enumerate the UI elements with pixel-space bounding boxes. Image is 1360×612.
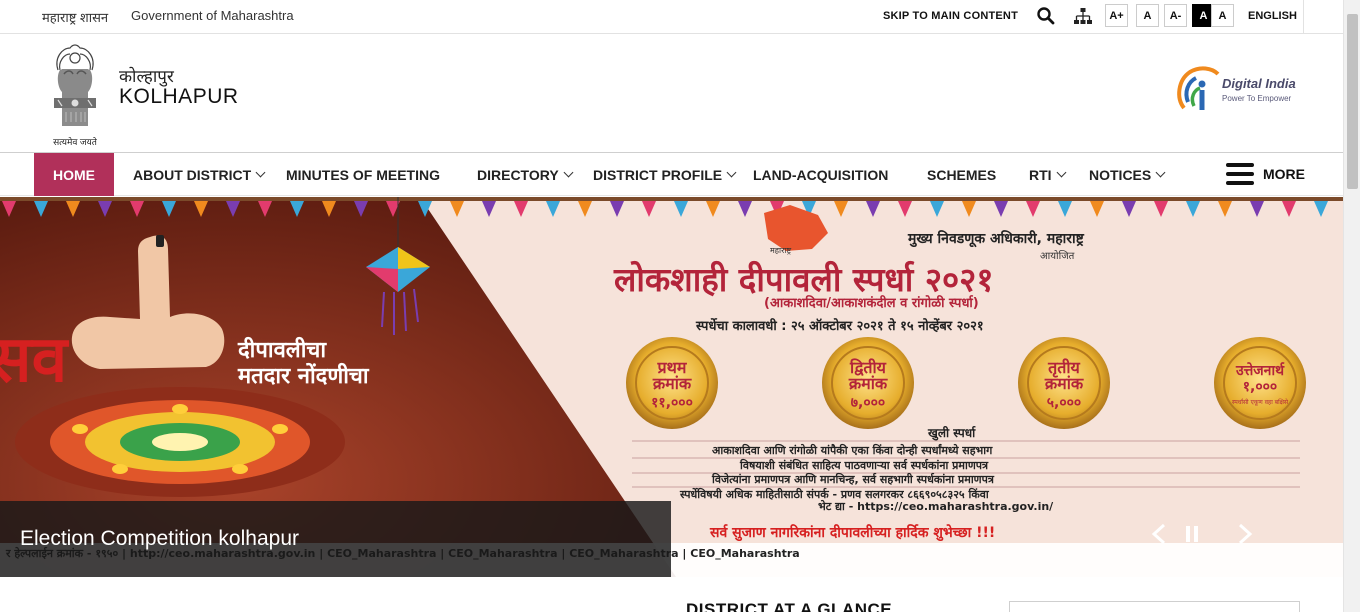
banner-duration: स्पर्धेचा कालावधी : २५ ऑक्टोबर २०२१ ते १… [695, 318, 984, 334]
top-utility-bar: महाराष्ट्र शासन Government of Maharashtr… [0, 0, 1343, 34]
main-navigation: HOME ABOUT DISTRICT MINUTES OF MEETING D… [0, 153, 1343, 196]
site-header: सत्यमेव जयते कोल्हापुर KOLHAPUR Digital … [0, 34, 1343, 153]
chevron-down-icon [1155, 167, 1166, 177]
banner-info-line-1: आकाशदिवा आणि रांगोळी यांपैकी एका किंवा द… [712, 443, 993, 457]
prize-1-amount: ११,००० [651, 395, 693, 411]
banner-org-name: मुख्य निवडणूक अधिकारी, महाराष्ट्र [907, 230, 1085, 248]
gov-english-link[interactable]: Government of Maharashtra [131, 8, 294, 23]
font-decrease-button[interactable]: A- [1164, 4, 1187, 27]
banner-subtitle: (आकाशदिवा/आकाशकंदील व रांगोळी स्पर्धा) [764, 295, 979, 311]
nav-about-district-label: ABOUT DISTRICT [133, 166, 252, 183]
font-increase-button[interactable]: A+ [1105, 4, 1128, 27]
more-menu-button[interactable]: MORE [1263, 166, 1305, 182]
nav-land-acquisition-label: LAND-ACQUISITION [753, 166, 889, 183]
digital-india-subtitle: Power To Empower [1222, 94, 1292, 103]
nav-schemes[interactable]: SCHEMES [927, 153, 996, 196]
nav-minutes-label: MINUTES OF MEETING [286, 166, 440, 183]
nav-about-district[interactable]: ABOUT DISTRICT [133, 153, 266, 196]
chevron-down-icon [726, 167, 737, 177]
banner-info-line-4: स्पर्धेविषयी अधिक माहितीसाठी संपर्क - प्… [679, 487, 990, 501]
banner-state-tag: महाराष्ट्र [770, 246, 792, 255]
nav-schemes-label: SCHEMES [927, 166, 997, 183]
nav-district-profile[interactable]: DISTRICT PROFILE [593, 153, 737, 196]
prize-4-rank: उत्तेजनार्थ [1235, 362, 1285, 379]
nav-minutes-of-meeting[interactable]: MINUTES OF MEETING [286, 153, 440, 196]
prize-3-label: क्रमांक [1044, 374, 1084, 393]
digital-india-logo[interactable]: Digital India Power To Empower [1174, 62, 1309, 118]
nav-notices-label: NOTICES [1089, 166, 1152, 183]
slider-next-arrow-icon[interactable] [1232, 522, 1256, 546]
district-at-a-glance-heading: DISTRICT AT A GLANCE [686, 600, 893, 612]
skip-to-main-content-link[interactable]: SKIP TO MAIN CONTENT [883, 10, 1018, 22]
district-name-marathi: कोल्हापुर [119, 67, 174, 86]
gov-marathi-link[interactable]: महाराष्ट्र शासन [42, 8, 108, 26]
emblem-motto: सत्यमेव जयते [53, 137, 97, 147]
prize-2-amount: ७,००० [851, 395, 885, 411]
prize-4-amount: स्पर्धांसी एकूण वहा बक्षिसे [1232, 398, 1289, 406]
banner-greeting: सर्व सुजाण नागरिकांना दीपावलीच्या हार्दि… [709, 524, 995, 542]
nav-notices[interactable]: NOTICES [1089, 153, 1166, 196]
prize-2-label: क्रमांक [848, 374, 888, 393]
banner-left-line2: मतदार नोंदणीचा [237, 362, 370, 389]
banner-info-line-3: विजेत्यांना प्रमाणपत्र आणि मानचिन्ह, सर्… [711, 472, 995, 486]
banner-info-line-5: भेट द्या - https://ceo.maharashtra.gov.i… [818, 499, 1054, 513]
topbar-divider [1303, 0, 1304, 34]
banner-left-line1: दीपावलीचा [237, 336, 327, 363]
slide-caption: Election Competition kolhapur [20, 527, 299, 550]
hamburger-menu-icon[interactable] [1226, 163, 1254, 185]
page-scrollbar[interactable] [1343, 0, 1360, 612]
chevron-down-icon [1056, 167, 1067, 177]
national-emblem-logo[interactable]: सत्यमेव जयते [40, 40, 110, 147]
slider-prev-arrow-icon[interactable] [1148, 522, 1172, 546]
hero-slider[interactable]: त्सव दीपावलीचा मतदार नोंदणीचा महाराष्ट्र… [0, 197, 1343, 577]
digital-india-title: Digital India [1222, 76, 1296, 91]
search-icon[interactable] [1036, 6, 1056, 26]
page: महाराष्ट्र शासन Government of Maharashtr… [0, 0, 1343, 612]
prize-1-label: क्रमांक [652, 374, 692, 393]
prize-4-label: १,००० [1243, 379, 1277, 395]
banner-title: लोकशाही दीपावली स्पर्धा २०२१ [613, 260, 993, 299]
chevron-down-icon [255, 167, 266, 177]
normal-contrast-button[interactable]: A [1211, 4, 1234, 27]
district-name-english: KOLHAPUR [119, 85, 239, 108]
nav-directory[interactable]: DIRECTORY [477, 153, 574, 196]
chevron-down-icon [563, 167, 574, 177]
ashoka-emblem-icon [54, 44, 96, 126]
banner-info-line-2: विषयाशी संबंधित साहित्य पाठवणाऱ्या सर्व … [739, 458, 989, 472]
slider-pause-icon[interactable] [1180, 522, 1204, 546]
digital-india-icon [1177, 66, 1220, 110]
nav-home-label: HOME [53, 166, 95, 183]
nav-home[interactable]: HOME [34, 153, 114, 196]
nav-land-acquisition[interactable]: LAND-ACQUISITION [753, 153, 888, 196]
banner-left-word: त्सव [0, 323, 70, 397]
scrollbar-thumb[interactable] [1347, 14, 1358, 189]
banner-org-sub: आयोजित [1040, 250, 1075, 262]
language-switch-link[interactable]: ENGLISH [1248, 10, 1297, 22]
banner-open-competition: खुली स्पर्धा [927, 426, 976, 441]
nav-directory-label: DIRECTORY [477, 166, 559, 183]
sitemap-icon[interactable] [1073, 6, 1093, 26]
prize-3-amount: ५,००० [1047, 395, 1081, 411]
nav-rti[interactable]: RTI [1029, 153, 1067, 196]
nav-rti-label: RTI [1029, 166, 1052, 183]
sidebar-box [1009, 601, 1300, 612]
font-normal-button[interactable]: A [1136, 4, 1159, 27]
nav-district-profile-label: DISTRICT PROFILE [593, 166, 723, 183]
